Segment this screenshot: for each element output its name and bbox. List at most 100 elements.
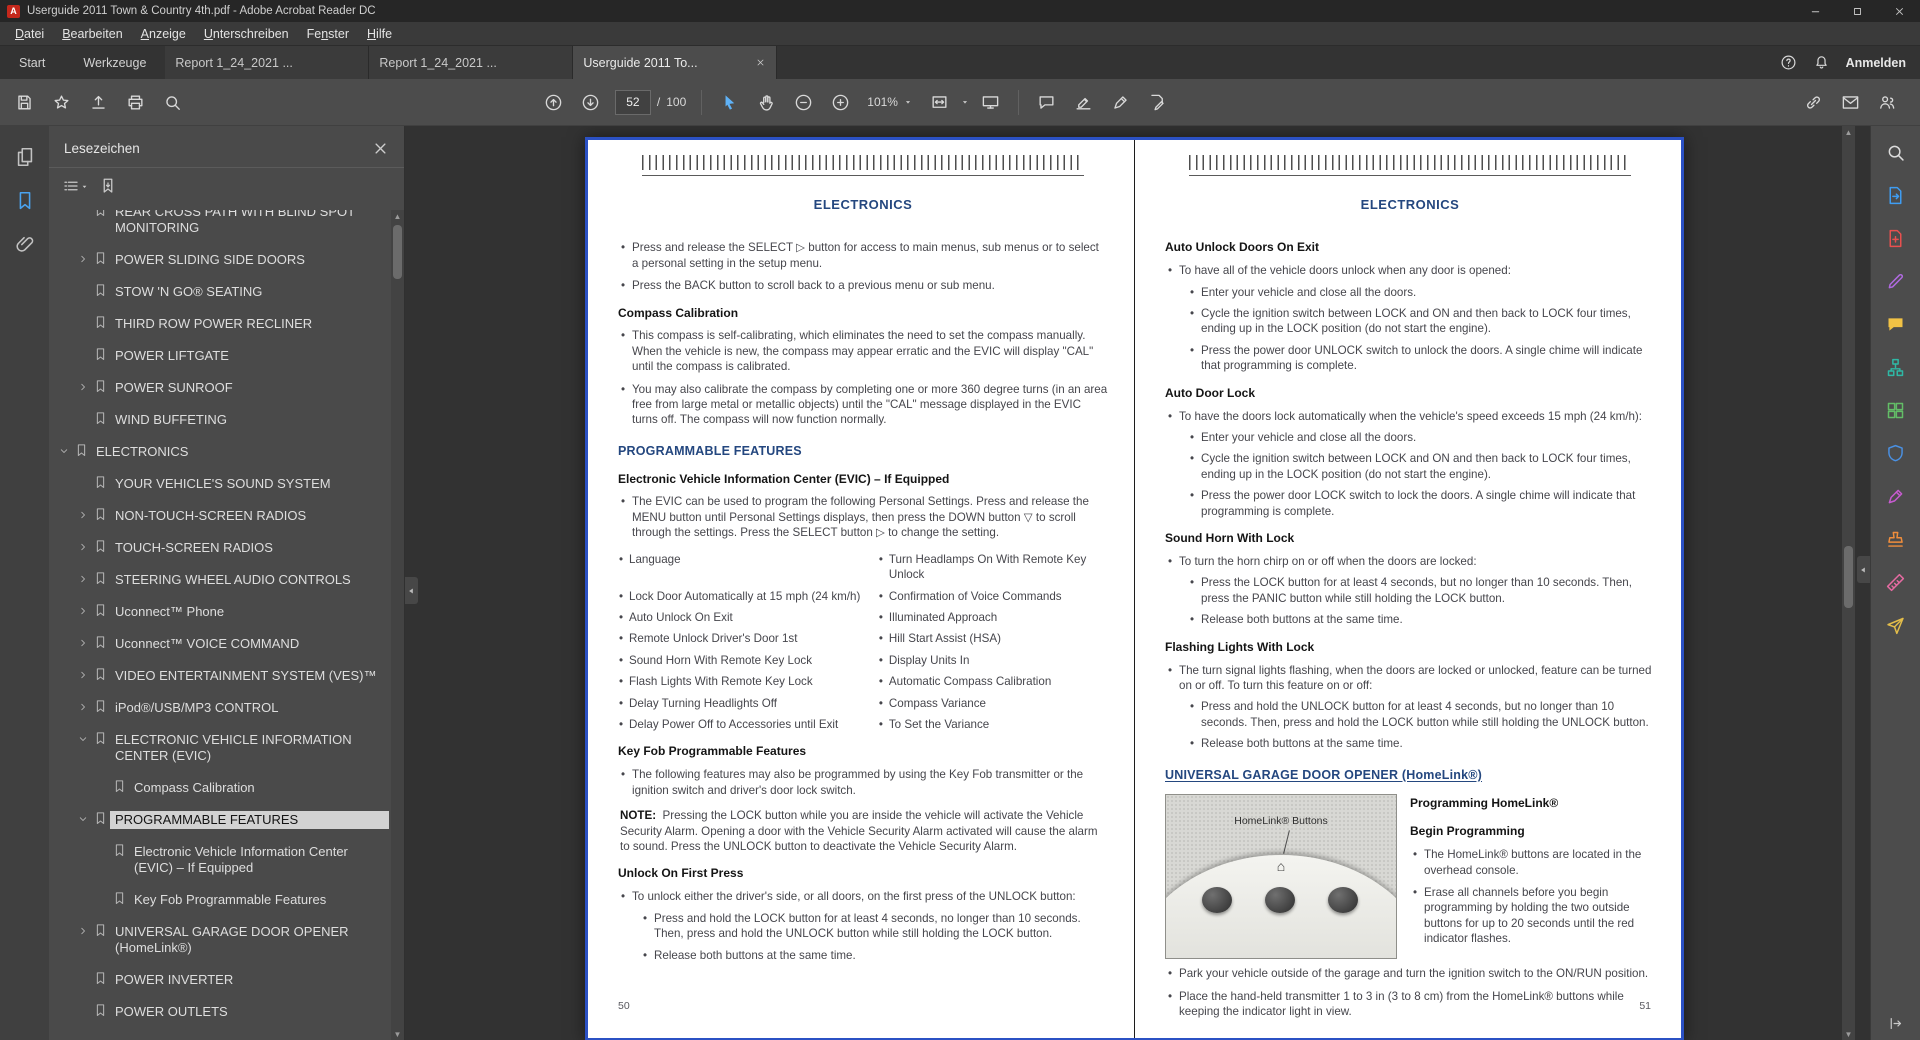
send-comments-icon[interactable] — [1882, 611, 1910, 639]
bookmark-item[interactable]: Uconnect™ VOICE COMMAND — [49, 628, 391, 660]
highlight-icon[interactable] — [1067, 86, 1100, 119]
bookmark-item[interactable]: ELECTRONICS — [49, 436, 391, 468]
help-icon[interactable] — [1780, 54, 1797, 71]
menu-hilfe[interactable]: Hilfe — [358, 24, 401, 44]
tab-close-icon[interactable] — [755, 57, 766, 68]
bookmark-item[interactable]: Key Fob Programmable Features — [49, 884, 391, 916]
document-tab-1[interactable]: Report 1_24_2021 ... — [165, 46, 370, 79]
measure-tool-icon[interactable] — [1882, 568, 1910, 596]
zoom-dropdown-caret-icon[interactable] — [903, 97, 913, 107]
tab-werkzeuge[interactable]: Werkzeuge — [64, 46, 165, 79]
menu-datei[interactable]: Datei — [6, 24, 53, 44]
search-tools-icon[interactable] — [1882, 138, 1910, 166]
collapse-right-rail-icon[interactable] — [1887, 1015, 1904, 1032]
chevron-down-icon[interactable] — [74, 731, 91, 745]
document-scrollbar-thumb[interactable] — [1844, 546, 1853, 608]
bookmark-item[interactable]: ELECTRONIC VEHICLE INFORMATION CENTER (E… — [49, 724, 391, 772]
collapse-bookmarks-handle[interactable] — [405, 577, 418, 604]
bookmark-item[interactable]: PROGRAMMABLE FEATURES — [49, 804, 391, 836]
bookmark-item[interactable]: YOUR VEHICLE'S SOUND SYSTEM — [49, 468, 391, 500]
combine-files-icon[interactable] — [1882, 353, 1910, 381]
chevron-right-icon[interactable] — [74, 603, 91, 617]
menu-anzeige[interactable]: Anzeige — [132, 24, 195, 44]
bookmark-item[interactable]: Compass Calibration — [49, 772, 391, 804]
bookmark-item[interactable]: POWER OUTLETS — [49, 996, 391, 1028]
stamp-tool-icon[interactable] — [1882, 525, 1910, 553]
bookmarks-scrollbar-thumb[interactable] — [393, 225, 402, 279]
chevron-right-icon[interactable] — [74, 539, 91, 553]
page-number-input[interactable] — [614, 89, 651, 115]
scroll-down-arrow-icon[interactable]: ▼ — [1842, 1029, 1855, 1040]
bookmarks-icon[interactable] — [14, 190, 36, 212]
fill-sign-tool-icon[interactable] — [1882, 482, 1910, 510]
maximize-button[interactable] — [1836, 0, 1878, 22]
bookmark-item[interactable]: POWER SLIDING SIDE DOORS — [49, 244, 391, 276]
chevron-right-icon[interactable] — [74, 923, 91, 937]
chevron-right-icon[interactable] — [74, 635, 91, 649]
chevron-right-icon[interactable] — [74, 699, 91, 713]
chevron-down-icon[interactable] — [55, 443, 72, 457]
bookmark-item[interactable]: STEERING WHEEL AUDIO CONTROLS — [49, 564, 391, 596]
comment-tool-icon[interactable] — [1882, 310, 1910, 338]
bookmark-options-icon[interactable] — [59, 175, 92, 197]
chevron-down-icon[interactable] — [74, 811, 91, 825]
tab-start[interactable]: Start — [0, 46, 64, 79]
bookmark-item[interactable]: THIRD ROW POWER RECLINER — [49, 308, 391, 340]
bookmark-item[interactable]: Electronic Vehicle Information Center (E… — [49, 836, 391, 884]
share-people-icon[interactable] — [1871, 86, 1904, 119]
scroll-down-arrow-icon[interactable]: ▼ — [391, 1029, 404, 1040]
bookmark-item[interactable]: POWER INVERTER — [49, 964, 391, 996]
document-tab-2[interactable]: Report 1_24_2021 ... — [369, 46, 574, 79]
scroll-up-arrow-icon[interactable]: ▲ — [391, 211, 404, 223]
bookmark-item[interactable]: VIDEO ENTERTAINMENT SYSTEM (VES)™ — [49, 660, 391, 692]
email-icon[interactable] — [1834, 86, 1867, 119]
bookmark-item[interactable]: TOUCH-SCREEN RADIOS — [49, 532, 391, 564]
protect-pdf-icon[interactable] — [1882, 439, 1910, 467]
menu-bearbeiten[interactable]: Bearbeiten — [53, 24, 131, 44]
bookmark-item[interactable]: UNIVERSAL GARAGE DOOR OPENER (HomeLink®) — [49, 916, 391, 964]
chevron-right-icon[interactable] — [74, 379, 91, 393]
bookmarks-scrollbar[interactable]: ▲ ▼ — [391, 210, 404, 1040]
bookmark-item[interactable]: POWER LIFTGATE — [49, 340, 391, 372]
search-icon[interactable] — [156, 86, 189, 119]
scroll-up-arrow-icon[interactable]: ▲ — [1842, 127, 1855, 139]
sign-in-button[interactable]: Anmelden — [1846, 56, 1906, 70]
save-icon[interactable] — [8, 86, 41, 119]
print-icon[interactable] — [119, 86, 152, 119]
zoom-out-icon[interactable] — [787, 86, 820, 119]
fit-width-caret-icon[interactable] — [960, 97, 970, 107]
comment-icon[interactable] — [1030, 86, 1063, 119]
create-pdf-icon[interactable] — [1882, 224, 1910, 252]
expand-current-bookmark-icon[interactable] — [96, 175, 120, 197]
organize-pages-icon[interactable] — [1882, 396, 1910, 424]
menu-fenster[interactable]: Fenster — [298, 24, 358, 44]
close-panel-icon[interactable] — [371, 139, 390, 158]
minimize-button[interactable] — [1794, 0, 1836, 22]
document-tab-3[interactable]: Userguide 2011 To... — [573, 46, 778, 79]
sign-certificate-icon[interactable] — [1104, 86, 1137, 119]
close-button[interactable] — [1878, 0, 1920, 22]
chevron-right-icon[interactable] — [74, 667, 91, 681]
next-page-icon[interactable] — [574, 86, 607, 119]
zoom-in-icon[interactable] — [824, 86, 857, 119]
link-icon[interactable] — [1797, 86, 1830, 119]
export-pdf-icon[interactable] — [1882, 181, 1910, 209]
bookmark-item[interactable]: Uconnect™ Phone — [49, 596, 391, 628]
bookmark-item[interactable]: POWER SUNROOF — [49, 372, 391, 404]
bookmark-item[interactable]: NON-TOUCH-SCREEN RADIOS — [49, 500, 391, 532]
reading-mode-icon[interactable] — [974, 86, 1007, 119]
page-thumbnails-icon[interactable] — [14, 146, 36, 168]
fill-sign-icon[interactable] — [1141, 86, 1174, 119]
bookmark-item[interactable]: STOW 'N GO® SEATING — [49, 276, 391, 308]
share-upload-icon[interactable] — [82, 86, 115, 119]
star-favorites-icon[interactable] — [45, 86, 78, 119]
select-cursor-icon[interactable] — [713, 86, 746, 119]
zoom-level[interactable]: 101% — [867, 95, 898, 109]
previous-page-icon[interactable] — [537, 86, 570, 119]
menu-unterschreiben[interactable]: Unterschreiben — [195, 24, 298, 44]
attachments-icon[interactable] — [14, 234, 36, 256]
notifications-bell-icon[interactable] — [1813, 54, 1830, 71]
collapse-tools-handle[interactable] — [1857, 556, 1870, 583]
chevron-right-icon[interactable] — [74, 571, 91, 585]
fit-width-icon[interactable] — [923, 86, 956, 119]
